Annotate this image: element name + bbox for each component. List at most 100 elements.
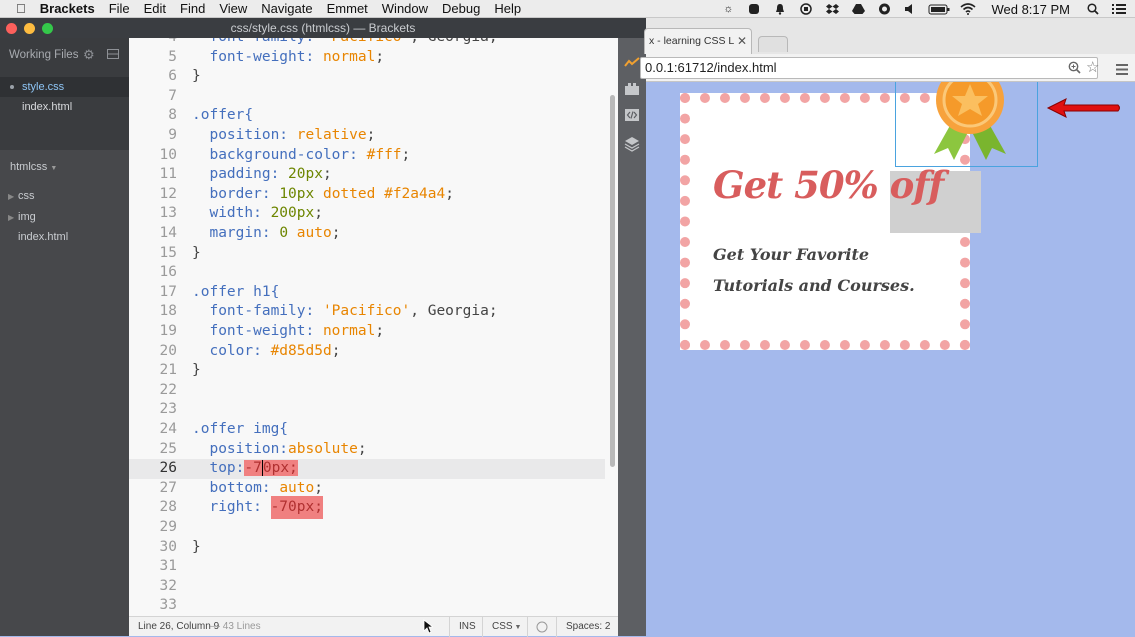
layers-icon[interactable] — [624, 136, 640, 152]
dropbox-icon[interactable] — [824, 3, 840, 15]
offer-text: Get Your Favorite Tutorials and Courses. — [713, 245, 915, 295]
menu-find[interactable]: Find — [173, 1, 212, 16]
working-files-label: Working Files — [9, 49, 79, 61]
code-line[interactable]: 7 — [129, 87, 605, 107]
line-number: 12 — [159, 185, 177, 202]
code-line[interactable]: 12 border: 10px dotted #f2a4a4; — [129, 185, 605, 205]
volume-icon[interactable] — [902, 3, 918, 15]
code-text: font-weight: normal; — [192, 323, 385, 339]
main-toolbar — [618, 38, 646, 636]
tree-item-index-html[interactable]: index.html — [0, 227, 129, 247]
code-line[interactable]: 19 font-weight: normal; — [129, 322, 605, 342]
skype-icon[interactable] — [746, 3, 762, 15]
status-bar: Line 26, Column 9 — 43 Lines INS CSS ▼ S… — [129, 616, 618, 637]
code-line[interactable]: 15} — [129, 244, 605, 264]
working-file-item[interactable]: style.css — [0, 77, 129, 97]
tree-item-css[interactable]: ▶ css — [0, 186, 129, 206]
code-line[interactable]: 13 width: 200px; — [129, 204, 605, 224]
code-text: background-color: #fff; — [192, 146, 411, 163]
code-line[interactable]: 6} — [129, 67, 605, 87]
new-tab-button[interactable] — [758, 36, 788, 52]
code-tag-icon[interactable] — [624, 108, 640, 124]
code-line[interactable]: 10 background-color: #fff; — [129, 146, 605, 166]
code-text: .offer img{ — [192, 421, 289, 437]
browser-tab[interactable]: x - learning CSS L ✕ — [644, 28, 752, 54]
code-text: top:-70px; — [192, 460, 298, 477]
code-text: .offer h1{ — [192, 283, 280, 300]
editor-scrollbar[interactable] — [610, 95, 615, 467]
address-bar-row: 0.0.1:61712/index.html ☆ — [640, 54, 1135, 82]
code-line[interactable]: 11 padding: 20px; — [129, 165, 605, 185]
bookmark-star-icon[interactable]: ☆ — [1086, 58, 1099, 76]
code-text: font-family: 'Pacifico', Georgia; — [192, 303, 498, 320]
url-input[interactable]: 0.0.1:61712/index.html — [640, 57, 1098, 79]
code-line[interactable]: 33 — [129, 596, 605, 616]
code-line[interactable]: 25 position:absolute; — [129, 440, 605, 460]
code-line[interactable]: 17 .offer h1{ — [129, 283, 605, 303]
line-number: 13 — [159, 205, 177, 222]
line-number: 23 — [159, 401, 177, 418]
tree-item-img[interactable]: ▶ img — [0, 207, 129, 227]
drive-icon[interactable] — [850, 3, 866, 15]
code-text: .offer{ — [192, 107, 254, 124]
project-dropdown[interactable]: htmlcss ▼ — [10, 161, 57, 173]
extension-manager-icon[interactable] — [624, 82, 640, 98]
code-line[interactable]: 30} — [129, 538, 605, 558]
menu-navigate[interactable]: Navigate — [254, 1, 319, 16]
live-preview-icon[interactable] — [624, 55, 640, 71]
code-text: position:absolute; — [192, 440, 367, 457]
wifi-icon[interactable] — [960, 3, 976, 15]
gear-icon[interactable]: ⚙ — [83, 47, 95, 63]
zoom-icon[interactable] — [1068, 61, 1081, 79]
code-line[interactable]: 24 .offer img{ — [129, 420, 605, 440]
code-line[interactable]: 32 — [129, 577, 605, 597]
code-line[interactable]: 23 — [129, 400, 605, 420]
record-icon[interactable] — [798, 3, 814, 15]
menu-view[interactable]: View — [212, 1, 254, 16]
linter-status-icon[interactable] — [536, 621, 548, 636]
code-line[interactable]: 31 — [129, 557, 605, 577]
code-line[interactable]: 9 position: relative; — [129, 126, 605, 146]
code-line[interactable]: 27 bottom: auto; — [129, 479, 605, 499]
menu-debug[interactable]: Debug — [435, 1, 487, 16]
code-line[interactable]: 29 — [129, 518, 605, 538]
notification-bell-icon[interactable] — [772, 3, 788, 15]
code-line[interactable]: 21} — [129, 361, 605, 381]
line-number: 20 — [159, 342, 177, 359]
code-line-current[interactable]: 26 top:-70px; — [129, 459, 605, 479]
browser-menu-icon[interactable] — [1116, 62, 1128, 80]
code-line[interactable]: 22 — [129, 381, 605, 401]
working-file-item[interactable]: index.html — [0, 97, 129, 117]
menu-window[interactable]: Window — [375, 1, 435, 16]
close-tab-icon[interactable]: ✕ — [737, 29, 747, 53]
working-files-list: style.css index.html — [0, 72, 129, 150]
battery-icon[interactable] — [928, 3, 950, 15]
menu-clock[interactable]: Wed 8:17 PM — [981, 2, 1080, 17]
indent-spaces[interactable]: Spaces: 2 — [566, 621, 610, 632]
creative-cloud-icon[interactable] — [876, 3, 892, 15]
code-line[interactable]: 5 font-weight: normal; — [129, 48, 605, 68]
code-line[interactable]: 18 font-family: 'Pacifico', Georgia; — [129, 302, 605, 322]
brightness-icon[interactable]: ☼ — [720, 3, 736, 15]
code-line[interactable]: 20 color: #d85d5d; — [129, 342, 605, 362]
spotlight-search-icon[interactable] — [1085, 3, 1101, 15]
code-editor[interactable]: 4 font-family: 'Pacifico', Georgia; 5 fo… — [129, 38, 618, 616]
code-line[interactable]: 14 margin: 0 auto; — [129, 224, 605, 244]
menu-emmet[interactable]: Emmet — [320, 1, 375, 16]
menu-edit[interactable]: Edit — [137, 1, 173, 16]
menu-file[interactable]: File — [102, 1, 137, 16]
app-menu[interactable]: Brackets — [33, 1, 102, 16]
notification-center-icon[interactable] — [1111, 3, 1127, 15]
menu-help[interactable]: Help — [487, 1, 528, 16]
title-bar: css/style.css (htmlcss) — Brackets — [0, 18, 646, 38]
language-select[interactable]: CSS ▼ — [492, 621, 521, 632]
code-line[interactable]: 16 — [129, 263, 605, 283]
apple-menu-icon[interactable]:  — [0, 1, 33, 16]
insert-mode-toggle[interactable]: INS — [459, 621, 476, 632]
code-line[interactable]: 28 right: -70px; — [129, 496, 605, 520]
code-line[interactable]: 4 font-family: 'Pacifico', Georgia; — [129, 38, 605, 48]
cursor-position[interactable]: Line 26, Column 9 — [138, 621, 219, 632]
code-line[interactable]: 8 .offer{ — [129, 106, 605, 126]
code-text: border: 10px dotted #f2a4a4; — [192, 185, 454, 202]
split-view-icon[interactable] — [107, 49, 119, 62]
